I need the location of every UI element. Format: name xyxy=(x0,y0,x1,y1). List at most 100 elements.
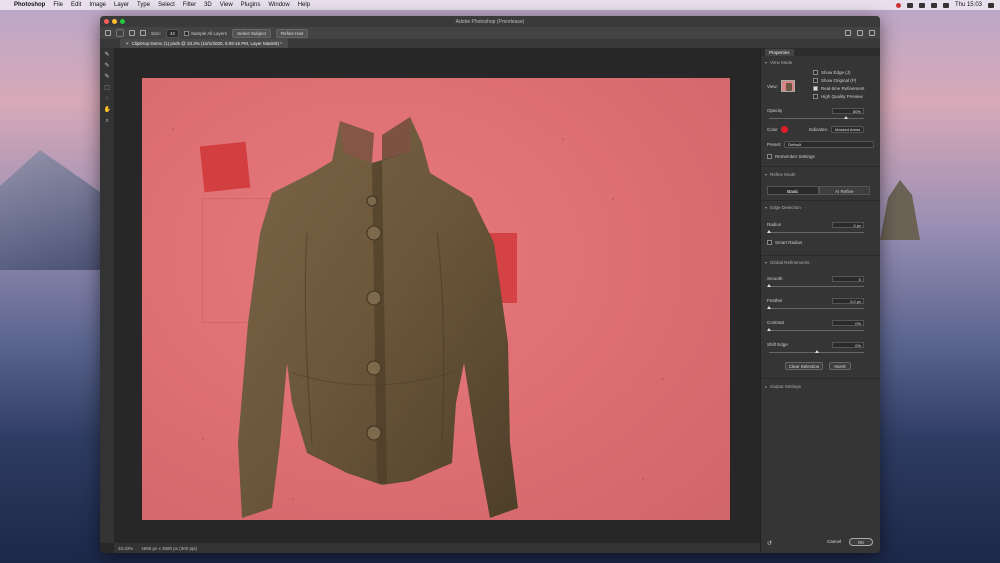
contrast-slider-track[interactable] xyxy=(769,330,864,331)
remember-settings-checkbox[interactable] xyxy=(767,154,772,159)
document-image[interactable] xyxy=(142,78,730,520)
close-tab-icon[interactable]: × xyxy=(126,41,129,46)
window-titlebar[interactable]: Adobe Photoshop (Prerelease) xyxy=(100,16,880,27)
global-refinements-caret-icon[interactable]: ▾ xyxy=(765,260,767,265)
display-icon[interactable] xyxy=(906,2,913,8)
smooth-slider-knob[interactable] xyxy=(767,284,771,287)
record-icon[interactable] xyxy=(895,2,901,8)
smart-radius-checkbox[interactable] xyxy=(767,240,772,245)
view-mode-caret-icon[interactable]: ▾ xyxy=(765,60,767,65)
sample-all-layers-checkbox[interactable] xyxy=(184,30,190,36)
realtime-refinement-checkbox[interactable] xyxy=(813,86,818,91)
view-mode-thumbnail[interactable] xyxy=(780,80,795,92)
opacity-value-input[interactable]: 80% xyxy=(832,108,864,114)
jacket-subject xyxy=(238,117,518,518)
battery-icon[interactable] xyxy=(930,2,937,8)
brush-tool-icon[interactable]: ✎ xyxy=(104,74,111,81)
document-dimensions[interactable]: 4896 px x 3680 px (300 ppi) xyxy=(141,546,197,551)
clear-selection-button[interactable]: Clear Selection xyxy=(785,362,823,370)
hand-tool-icon[interactable]: ✋ xyxy=(104,107,111,114)
menu-image[interactable]: Image xyxy=(89,2,106,8)
show-original-checkbox[interactable] xyxy=(813,78,818,83)
menu-filter[interactable]: Filter xyxy=(183,2,196,8)
wifi-icon[interactable] xyxy=(918,2,925,8)
ok-button[interactable]: OK xyxy=(849,538,873,546)
indicates-select[interactable]: Masked Areas xyxy=(831,126,865,133)
search-icon[interactable] xyxy=(845,30,851,36)
smooth-value-input[interactable]: 0 xyxy=(832,276,864,282)
home-icon[interactable] xyxy=(105,30,111,36)
contrast-value-input[interactable]: 0% xyxy=(832,320,864,326)
global-refinements-section[interactable]: ▾ Global Refinements xyxy=(765,260,876,265)
feather-slider-track[interactable] xyxy=(769,308,864,309)
properties-tab[interactable]: Properties xyxy=(765,48,794,56)
menu-view[interactable]: View xyxy=(220,2,233,8)
feather-slider-knob[interactable] xyxy=(767,306,771,309)
radius-slider-knob[interactable] xyxy=(767,230,771,233)
reset-icon[interactable]: ↺ xyxy=(767,540,772,547)
sample-all-layers-option[interactable]: Sample All Layers xyxy=(184,30,227,36)
tab-ai-refine[interactable]: AI Refine xyxy=(818,186,870,195)
output-settings-caret-icon[interactable]: ▸ xyxy=(765,384,767,389)
menubar-clock[interactable]: Thu 15:03 xyxy=(955,2,982,8)
tab-basic[interactable]: Basic xyxy=(767,186,819,195)
divider xyxy=(761,166,880,167)
control-center-icon[interactable] xyxy=(988,2,994,8)
menu-select[interactable]: Select xyxy=(158,2,175,8)
zoom-tool-icon[interactable]: ⌕ xyxy=(104,118,111,125)
edge-detection-caret-icon[interactable]: ▾ xyxy=(765,205,767,210)
spotlight-icon[interactable] xyxy=(942,2,949,8)
status-bar: 33.33% 4896 px x 3680 px (300 ppi) xyxy=(114,543,760,553)
menu-file[interactable]: File xyxy=(53,2,63,8)
menu-app-name[interactable]: Photoshop xyxy=(14,2,45,8)
refine-mode-section[interactable]: ▾ Refine Mode xyxy=(765,172,876,177)
shift-edge-value-input[interactable]: 0% xyxy=(832,342,864,348)
document-tab[interactable]: × ClipDrop Demo (1).psds @ 33.3% (10/1/2… xyxy=(120,39,289,48)
menu-window[interactable]: Window xyxy=(268,2,289,8)
refine-edge-brush-icon[interactable]: ✎ xyxy=(104,63,111,70)
cancel-button[interactable]: Cancel xyxy=(823,538,845,546)
brush-add-icon[interactable] xyxy=(129,30,135,36)
brush-preset-icon[interactable] xyxy=(116,29,124,37)
realtime-refinement-label: Real-time Refinement xyxy=(821,86,865,91)
quick-selection-tool-icon[interactable]: ✎ xyxy=(104,52,111,59)
opacity-slider-knob[interactable] xyxy=(843,116,848,119)
smooth-slider-track[interactable] xyxy=(769,286,864,287)
canvas-area[interactable] xyxy=(114,48,760,543)
menu-edit[interactable]: Edit xyxy=(71,2,81,8)
invert-button[interactable]: Invert xyxy=(829,362,851,370)
overlay-color-swatch[interactable] xyxy=(780,126,788,133)
feather-value-input[interactable]: 0.0 px xyxy=(832,298,864,304)
menu-3d[interactable]: 3D xyxy=(204,2,212,8)
workspace-icon[interactable] xyxy=(857,30,863,36)
select-subject-button[interactable]: Select Subject xyxy=(232,28,271,38)
size-input[interactable]: 42 xyxy=(166,28,180,38)
high-quality-preview-checkbox[interactable] xyxy=(813,94,818,99)
object-selection-tool-icon[interactable]: ⬚ xyxy=(104,85,111,92)
show-original-option[interactable]: Show Original (P) xyxy=(813,78,874,83)
remember-settings-option[interactable]: Remember Settings xyxy=(767,154,874,159)
shift-edge-slider-knob[interactable] xyxy=(815,350,819,353)
radius-value-input[interactable]: 0 px xyxy=(832,222,864,228)
smart-radius-option[interactable]: Smart Radius xyxy=(767,240,874,245)
menu-type[interactable]: Type xyxy=(137,2,150,8)
show-edge-option[interactable]: Show Edge (J) xyxy=(813,70,874,75)
preset-select[interactable]: Default xyxy=(784,141,874,148)
contrast-slider-knob[interactable] xyxy=(767,328,771,331)
menu-help[interactable]: Help xyxy=(298,2,310,8)
edge-detection-section[interactable]: ▾ Edge Detection xyxy=(765,205,876,210)
opacity-slider-track[interactable] xyxy=(769,118,864,119)
menu-plugins[interactable]: Plugins xyxy=(241,2,261,8)
output-settings-section[interactable]: ▸ Output Settings xyxy=(765,384,876,389)
show-edge-checkbox[interactable] xyxy=(813,70,818,75)
lasso-tool-icon[interactable]: ◌ xyxy=(104,96,111,103)
zoom-level[interactable]: 33.33% xyxy=(118,546,133,551)
high-quality-preview-option[interactable]: High Quality Preview xyxy=(813,94,874,99)
menu-layer[interactable]: Layer xyxy=(114,2,129,8)
refine-hair-button[interactable]: Refine Hair xyxy=(275,28,309,38)
brush-subtract-icon[interactable] xyxy=(140,30,146,36)
realtime-refinement-option[interactable]: Real-time Refinement xyxy=(813,86,874,91)
radius-slider-track[interactable] xyxy=(769,232,864,233)
refine-mode-caret-icon[interactable]: ▾ xyxy=(765,172,767,177)
share-icon[interactable] xyxy=(869,30,875,36)
